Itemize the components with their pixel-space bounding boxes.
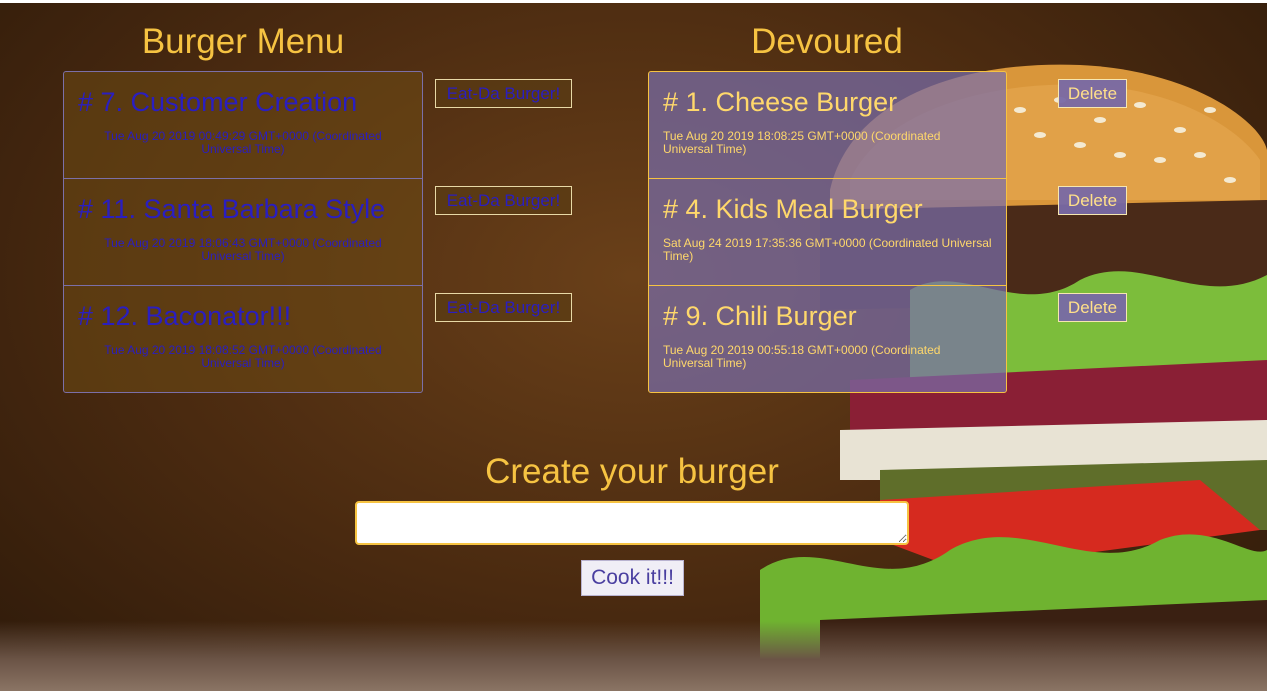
cook-it-button[interactable]: Cook it!!! bbox=[581, 560, 684, 596]
list-item: # 4. Kids Meal Burger Sat Aug 24 2019 17… bbox=[649, 179, 1006, 286]
eat-burger-button[interactable]: Eat-Da Burger! bbox=[435, 293, 572, 322]
table-surface bbox=[0, 621, 1267, 691]
burger-title: # 1. Cheese Burger bbox=[663, 87, 898, 117]
delete-button[interactable]: Delete bbox=[1058, 186, 1127, 215]
list-item: # 1. Cheese Burger Tue Aug 20 2019 18:08… bbox=[649, 72, 1006, 179]
burger-name-input[interactable] bbox=[355, 501, 909, 545]
devoured-list: # 1. Cheese Burger Tue Aug 20 2019 18:08… bbox=[648, 71, 1007, 393]
delete-button[interactable]: Delete bbox=[1058, 293, 1127, 322]
delete-button[interactable]: Delete bbox=[1058, 79, 1127, 108]
burger-title: # 4. Kids Meal Burger bbox=[663, 194, 923, 224]
burger-date: Tue Aug 20 2019 18:08:25 GMT+0000 (Coord… bbox=[663, 129, 941, 156]
burger-title: # 7. Customer Creation bbox=[78, 87, 358, 117]
list-item: # 7. Customer Creation Tue Aug 20 2019 0… bbox=[64, 72, 422, 179]
burger-title: # 11. Santa Barbara Style bbox=[78, 194, 386, 224]
burger-title: # 12. Baconator!!! bbox=[78, 301, 292, 331]
burger-date: Tue Aug 20 2019 00:49:29 GMT+0000 (Coord… bbox=[104, 129, 382, 156]
burger-menu-list: # 7. Customer Creation Tue Aug 20 2019 0… bbox=[63, 71, 423, 393]
list-item: # 9. Chili Burger Tue Aug 20 2019 00:55:… bbox=[649, 286, 1006, 393]
burger-date: Tue Aug 20 2019 18:06:43 GMT+0000 (Coord… bbox=[104, 236, 382, 263]
burger-title: # 9. Chili Burger bbox=[663, 301, 857, 331]
burger-date: Tue Aug 20 2019 18:08:52 GMT+0000 (Coord… bbox=[104, 343, 382, 370]
eat-burger-button[interactable]: Eat-Da Burger! bbox=[435, 79, 572, 108]
eat-burger-button[interactable]: Eat-Da Burger! bbox=[435, 186, 572, 215]
list-item: # 11. Santa Barbara Style Tue Aug 20 201… bbox=[64, 179, 422, 286]
create-burger-heading: Create your burger bbox=[485, 452, 779, 491]
list-item: # 12. Baconator!!! Tue Aug 20 2019 18:08… bbox=[64, 286, 422, 393]
burger-date: Sat Aug 24 2019 17:35:36 GMT+0000 (Coord… bbox=[663, 236, 992, 263]
devoured-heading: Devoured bbox=[751, 22, 903, 61]
burger-date: Tue Aug 20 2019 00:55:18 GMT+0000 (Coord… bbox=[663, 343, 941, 370]
top-border bbox=[0, 0, 1267, 3]
burger-menu-heading: Burger Menu bbox=[141, 22, 345, 61]
